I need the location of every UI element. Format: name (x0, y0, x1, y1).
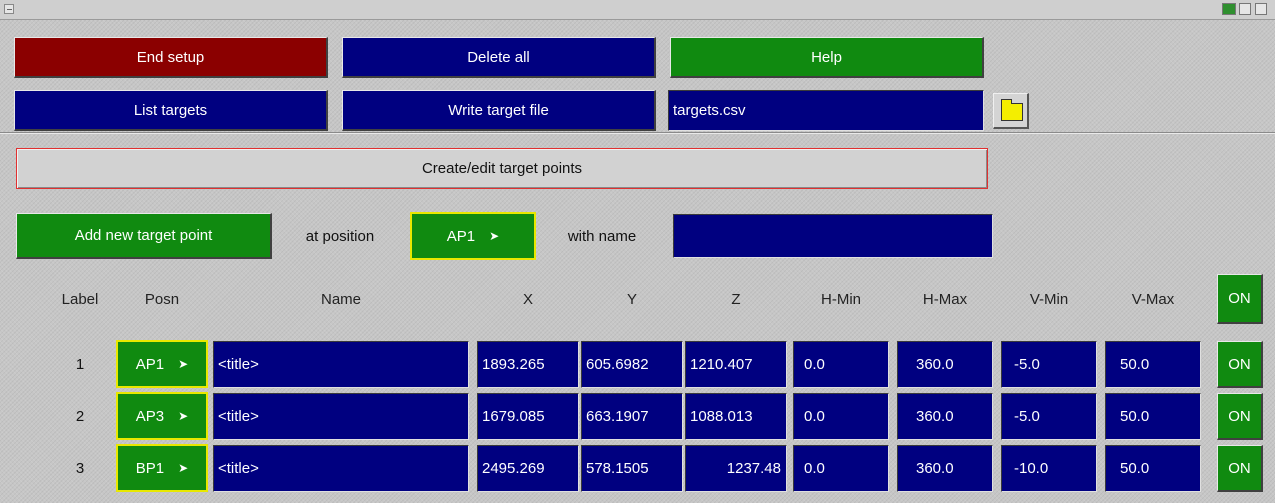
row-z-field[interactable]: 1210.407 (685, 341, 787, 388)
header-hmin: H-Min (821, 290, 861, 308)
row-name-field[interactable]: <title> (213, 445, 469, 492)
folder-icon (1001, 99, 1023, 121)
header-name: Name (320, 290, 361, 308)
header-hmax: H-Max (922, 290, 968, 308)
row-y-field[interactable]: 578.1505 (581, 445, 683, 492)
browse-folder-button[interactable] (993, 93, 1029, 129)
row-z-field[interactable]: 1237.48 (685, 445, 787, 492)
window-titlebar (0, 0, 1275, 20)
window-status-icon[interactable] (1222, 3, 1236, 15)
row-posn-value: AP1 (135, 355, 165, 373)
window-minimize-icon[interactable] (1239, 3, 1251, 15)
header-on-toggle[interactable]: ON (1217, 274, 1263, 324)
arrow-right-icon: ➤ (178, 409, 189, 423)
row-on-toggle[interactable]: ON (1217, 341, 1263, 388)
row-hmax-field[interactable]: 360.0 (897, 393, 993, 440)
row-vmin-field[interactable]: -5.0 (1001, 393, 1097, 440)
row-label: 3 (75, 459, 85, 477)
target-name-input[interactable] (673, 214, 993, 258)
row-vmin-field[interactable]: -10.0 (1001, 445, 1097, 492)
write-target-file-button[interactable]: Write target file (342, 90, 656, 131)
row-hmin-field[interactable]: 0.0 (793, 393, 889, 440)
arrow-right-icon: ➤ (178, 461, 189, 475)
separator (0, 132, 1275, 134)
arrow-right-icon: ➤ (489, 229, 500, 243)
header-x: X (522, 290, 533, 308)
row-vmax-field[interactable]: 50.0 (1105, 445, 1201, 492)
header-y: Y (626, 290, 637, 308)
row-posn-dropdown[interactable]: BP1 ➤ (116, 444, 208, 492)
row-on-toggle[interactable]: ON (1217, 445, 1263, 492)
row-z-field[interactable]: 1088.013 (685, 393, 787, 440)
help-button[interactable]: Help (670, 37, 984, 78)
row-hmax-field[interactable]: 360.0 (897, 445, 993, 492)
header-vmin: V-Min (1029, 290, 1069, 308)
arrow-right-icon: ➤ (178, 357, 189, 371)
row-hmin-field[interactable]: 0.0 (793, 341, 889, 388)
row-posn-dropdown[interactable]: AP3 ➤ (116, 392, 208, 440)
header-z: Z (731, 290, 741, 308)
position-dropdown[interactable]: AP1 ➤ (410, 212, 536, 260)
end-setup-button[interactable]: End setup (14, 37, 328, 78)
filename-field[interactable]: targets.csv (668, 90, 984, 131)
header-label: Label (61, 290, 99, 308)
row-x-field[interactable]: 1679.085 (477, 393, 579, 440)
row-label: 1 (75, 355, 85, 373)
row-posn-value: BP1 (135, 459, 165, 477)
row-hmax-field[interactable]: 360.0 (897, 341, 993, 388)
row-posn-value: AP3 (135, 407, 165, 425)
header-posn: Posn (144, 290, 180, 308)
position-dropdown-value: AP1 (446, 227, 476, 245)
window-maximize-icon[interactable] (1255, 3, 1267, 15)
row-name-field[interactable]: <title> (213, 341, 469, 388)
row-x-field[interactable]: 2495.269 (477, 445, 579, 492)
row-vmax-field[interactable]: 50.0 (1105, 341, 1201, 388)
add-target-point-button[interactable]: Add new target point (16, 213, 272, 259)
row-on-toggle[interactable]: ON (1217, 393, 1263, 440)
row-vmax-field[interactable]: 50.0 (1105, 393, 1201, 440)
row-posn-dropdown[interactable]: AP1 ➤ (116, 340, 208, 388)
at-position-label: at position (305, 227, 375, 245)
header-vmax: V-Max (1131, 290, 1175, 308)
row-y-field[interactable]: 605.6982 (581, 341, 683, 388)
list-targets-button[interactable]: List targets (14, 90, 328, 131)
with-name-label: with name (567, 227, 637, 245)
panel-title: Create/edit target points (16, 148, 988, 189)
row-y-field[interactable]: 663.1907 (581, 393, 683, 440)
row-x-field[interactable]: 1893.265 (477, 341, 579, 388)
window-menu-icon[interactable] (4, 4, 14, 14)
row-name-field[interactable]: <title> (213, 393, 469, 440)
delete-all-button[interactable]: Delete all (342, 37, 656, 78)
row-vmin-field[interactable]: -5.0 (1001, 341, 1097, 388)
row-label: 2 (75, 407, 85, 425)
row-hmin-field[interactable]: 0.0 (793, 445, 889, 492)
